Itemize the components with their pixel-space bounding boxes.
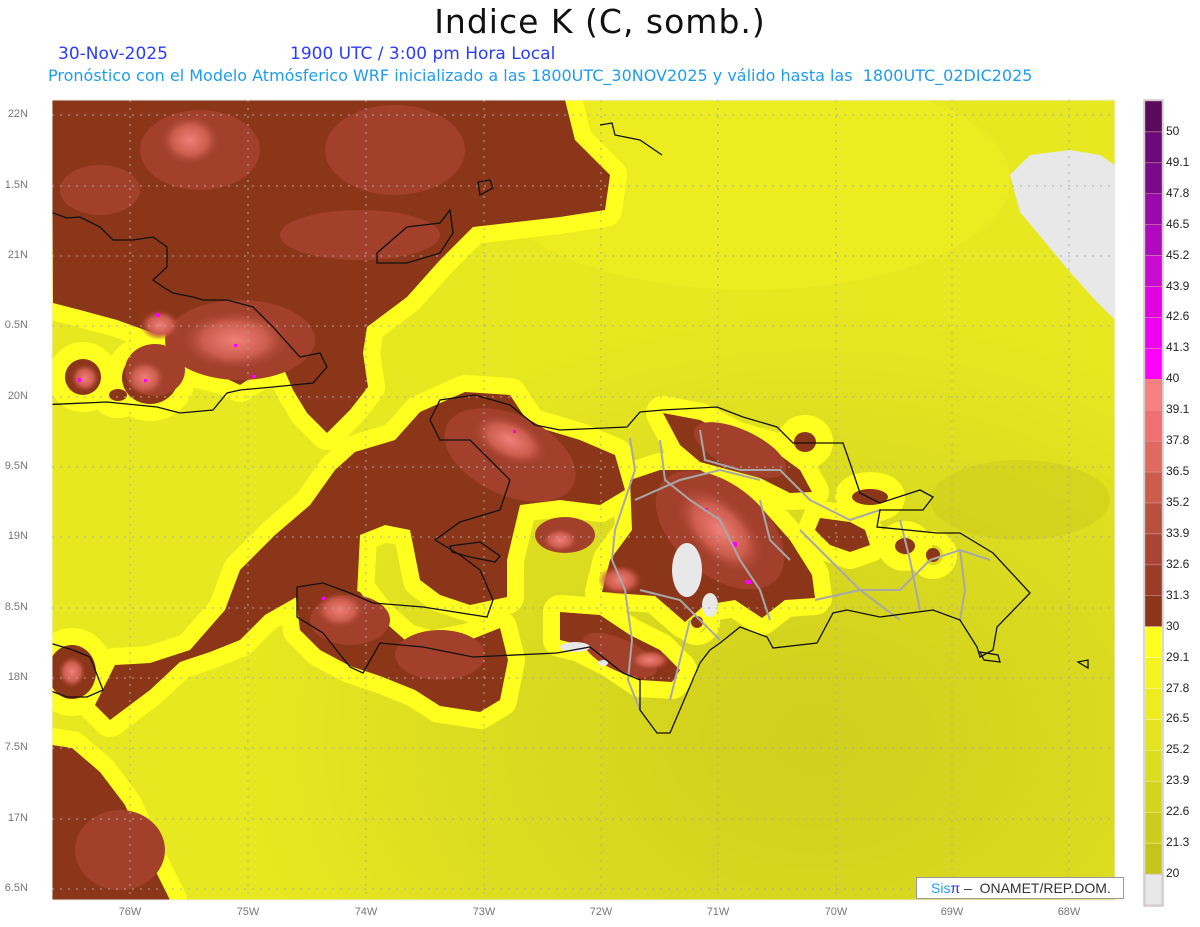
forecast-subtitle: Pronóstico con el Modelo Atmósferico WRF… [48,66,1033,85]
colorbar-bin [1144,719,1163,751]
longitude-label: 76W [118,906,142,918]
colorbar-bin [1144,224,1163,256]
longitude-label: 72W [589,906,613,918]
longitude-label: 71W [706,906,730,918]
latitude-label: 6.5N [4,882,28,894]
colorbar-label: 36.5 [1166,464,1190,479]
latitude-label: 1.5N [4,179,28,191]
colorbar-label: 27.8 [1166,680,1190,695]
credit-text: – ONAMET/REP.DOM. [960,880,1111,896]
longitude-label: 70W [824,906,848,918]
colorbar [1143,99,1164,907]
colorbar-bin [1144,842,1163,875]
colorbar-bin [1144,595,1163,627]
colorbar-label: 37.8 [1166,433,1190,448]
colorbar-label: 25.2 [1166,742,1190,757]
latitude-label: 9.5N [4,460,28,472]
colorbar-bin [1144,193,1163,225]
colorbar-label: 47.8 [1166,185,1190,200]
colorbar-bin [1144,502,1163,535]
latitude-label: 21N [7,249,28,261]
credit-box: Sisπ – ONAMET/REP.DOM. [916,877,1124,899]
colorbar-label: 39.1 [1166,402,1190,417]
colorbar-bin [1144,131,1163,164]
colorbar-label: 50 [1166,123,1180,138]
colorbar-bin [1144,440,1163,473]
colorbar-label: 41.3 [1166,340,1190,355]
colorbar-label: 32.6 [1166,556,1190,571]
colorbar-label: 29.1 [1166,649,1190,664]
credit-sis: Sis [931,880,951,896]
latitude-label: 17N [7,812,28,824]
colorbar-bin [1144,348,1163,380]
longitude-label: 68W [1057,906,1081,918]
colorbar-bin [1144,657,1163,689]
colorbar-label: 46.5 [1166,216,1190,231]
colorbar-label: 42.6 [1166,309,1190,324]
colorbar-label: 35.2 [1166,495,1190,509]
colorbar-bin [1144,100,1163,133]
colorbar-bin [1144,533,1163,566]
colorbar-bin [1144,286,1163,318]
longitude-label: 74W [354,906,378,918]
colorbar-label: 49.1 [1166,154,1190,169]
colorbar-label: 23.9 [1166,773,1190,788]
colorbar-label: 30 [1166,618,1180,633]
colorbar-label: 33.9 [1166,525,1190,540]
colorbar-bin [1144,873,1163,906]
colorbar-label: 45.2 [1166,247,1190,262]
latitude-label: 0.5N [4,319,28,331]
latitude-label: 19N [7,530,28,542]
colorbar-bin [1144,626,1163,658]
k-index-map [51,99,1164,907]
colorbar-bin [1144,564,1163,597]
colorbar-bin [1144,811,1163,844]
colorbar-bin [1144,379,1163,411]
map-title: Indice K (C, somb.) [434,2,766,41]
longitude-label: 69W [940,906,964,918]
colorbar-bin [1144,688,1163,720]
latitude-label: 18N [7,671,28,683]
colorbar-bin [1144,162,1163,195]
credit-pi-logo: π [950,880,961,896]
latitude-label: 20N [7,390,28,402]
latitude-label: 22N [7,108,28,120]
colorbar-bin [1144,781,1163,813]
colorbar-label: 20 [1166,866,1180,881]
colorbar-label: 22.6 [1166,804,1190,819]
longitude-label: 73W [472,906,496,918]
longitude-label: 75W [236,906,260,918]
colorbar-label: 43.9 [1166,278,1190,293]
colorbar-bin [1144,409,1163,442]
colorbar-bin [1144,255,1163,287]
forecast-date: 30-Nov-2025 [58,44,168,64]
colorbar-label: 21.3 [1166,835,1190,850]
colorbar-bin [1144,750,1163,782]
forecast-time: 1900 UTC / 3:00 pm Hora Local [290,44,556,64]
colorbar-label: 26.5 [1166,711,1190,726]
colorbar-bin [1144,471,1163,504]
latitude-label: 8.5N [4,601,28,613]
latitude-label: 7.5N [4,741,28,753]
colorbar-bin [1144,317,1163,349]
colorbar-label: 31.3 [1166,587,1190,602]
colorbar-label: 40 [1166,371,1180,386]
